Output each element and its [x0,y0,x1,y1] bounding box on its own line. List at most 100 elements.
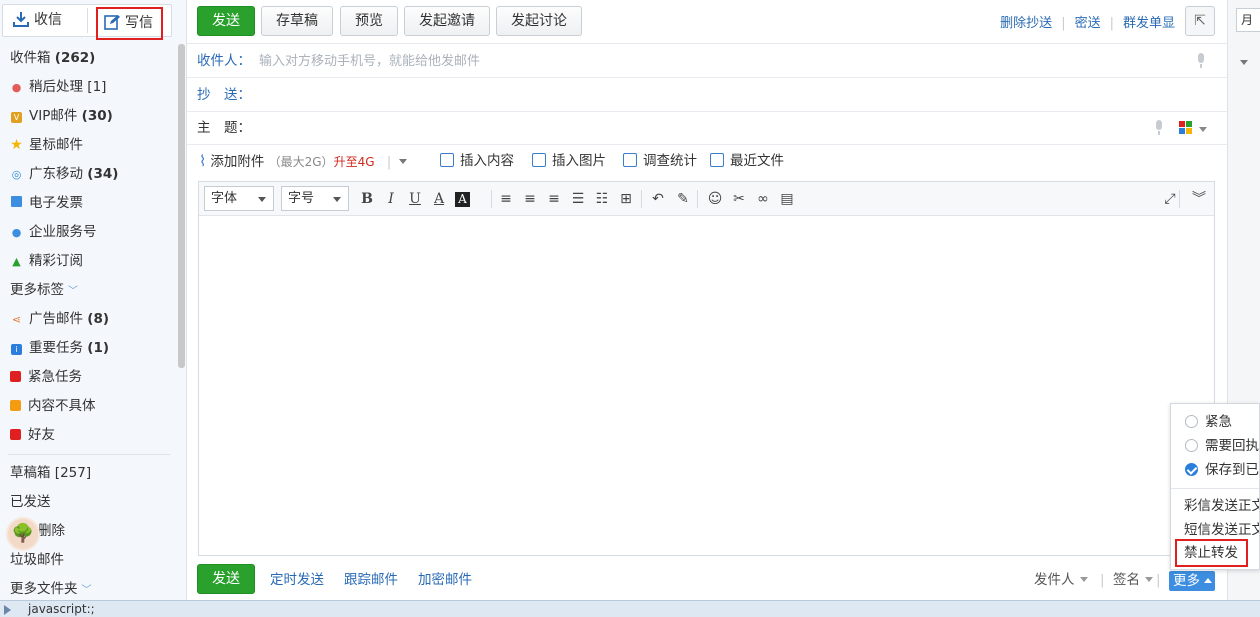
size-select[interactable]: 字号 [281,186,349,211]
tag-item-urgent[interactable]: 紧急任务 [0,363,178,392]
sidebar-item-vip[interactable]: V VIP邮件 (30) [0,102,178,131]
option-urgent[interactable]: 紧急 [1185,410,1232,434]
checkbox-icon [1185,415,1198,428]
sidebar-item-count: [1] [87,79,107,95]
upgrade-link[interactable]: 升至4G [334,155,375,169]
preview-button[interactable]: 预览 [340,6,398,36]
option-forbid-forward[interactable]: 禁止转发 [1175,539,1248,567]
sidebar-item-label: 稍后处理 [29,79,83,95]
tree-avatar-icon[interactable]: 🌳 [6,517,40,551]
chevron-down-icon[interactable] [1199,127,1207,132]
fullscreen-icon[interactable]: ⤢ [1160,189,1180,209]
month-view-select[interactable]: 月 [1236,8,1260,32]
chevron-down-icon[interactable] [1240,60,1248,65]
recipient-field[interactable]: 收件人： 输入对方移动手机号，就能给他发邮件 [187,45,1227,78]
table-icon[interactable]: ⊞ [616,189,636,209]
discuss-button[interactable]: 发起讨论 [496,6,582,36]
cc-field[interactable]: 抄 送： [187,79,1227,112]
bcc-link[interactable]: 密送 [1075,16,1101,31]
highlight-color-icon[interactable]: A [455,192,470,207]
sidebar-item-count: (30) [81,108,113,124]
italic-icon[interactable]: I [381,189,401,209]
tag-item-count: (8) [87,311,110,327]
sidebar-item-sent[interactable]: 已发送 [0,488,178,517]
link-icon[interactable]: ∞ [753,189,773,209]
collapse-toolbar-icon[interactable]: ︾ [1189,189,1209,209]
sidebar-item-later[interactable]: ● 稍后处理 [1] [0,73,178,102]
more-tags-toggle[interactable]: 更多标签 ﹀ [0,276,178,305]
remove-cc-link[interactable]: 删除抄送 [1000,16,1052,31]
microphone-icon[interactable] [1154,120,1164,136]
option-label: 彩信发送正文 [1184,498,1260,514]
option-receipt[interactable]: 需要回执 [1185,434,1259,458]
subscribe-icon: ▲ [12,255,21,268]
chevron-down-icon[interactable] [399,159,408,164]
scissors-icon[interactable]: ✂ [729,189,749,209]
sidebar-top-buttons: 收信 写信 [2,4,172,40]
rich-text-editor[interactable]: 字体 字号 B I U A A ≡ ≡ ≡ ☰ ☷ ⊞ ↶ ✎ ☺ ✂ ∞ ▤ … [198,181,1215,556]
recent-files-button[interactable]: 最近文件 [710,145,784,177]
save-draft-button[interactable]: 存草稿 [261,6,333,36]
sidebar-item-drafts[interactable]: 草稿箱 [257] [0,459,178,488]
color-tag-icon[interactable] [1179,121,1193,135]
align-left-icon[interactable]: ≡ [496,189,516,209]
schedule-send-link[interactable]: 定时发送 [270,561,324,599]
option-label: 紧急 [1205,414,1232,430]
align-center-icon[interactable]: ≡ [520,189,540,209]
emoji-icon[interactable]: ☺ [705,189,725,209]
undo-icon[interactable]: ↶ [648,189,668,209]
survey-icon [623,153,637,167]
add-attachment-button[interactable]: ⌇ 添加附件 （最大2G）升至4G | [199,145,408,178]
numbered-list-icon[interactable]: ☷ [592,189,612,209]
insert-image-button[interactable]: 插入图片 [532,145,606,177]
tag-item-important[interactable]: i 重要任务 (1) [0,334,178,363]
insert-content-button[interactable]: 插入内容 [440,145,514,177]
sidebar-item-guangdong-mobile[interactable]: ◎ 广东移动 (34) [0,160,178,189]
bold-icon[interactable]: B [357,189,377,209]
microphone-icon[interactable] [1196,53,1206,69]
font-select[interactable]: 字体 [204,186,274,211]
encrypt-mail-link[interactable]: 加密邮件 [418,561,472,599]
send-button[interactable]: 发送 [197,6,255,36]
tag-item-friends[interactable]: 好友 [0,421,178,450]
vip-icon: V [10,102,23,131]
sender-select[interactable]: 发件人 [1034,561,1088,599]
compose-button[interactable]: 写信 [96,7,163,40]
bottom-send-button[interactable]: 发送 [197,564,255,594]
tag-item-ads[interactable]: ⋖ 广告邮件 (8) [0,305,178,334]
bullet-list-icon[interactable]: ☰ [568,189,588,209]
more-options-button[interactable]: 更多 [1169,571,1215,591]
option-mms-send[interactable]: 彩信发送正文 [1184,494,1260,518]
editor-toolbar: 字体 字号 B I U A A ≡ ≡ ≡ ☰ ☷ ⊞ ↶ ✎ ☺ ✂ ∞ ▤ … [199,182,1214,216]
clipboard-icon[interactable]: ▤ [777,189,797,209]
underline-icon[interactable]: U [405,189,425,209]
image-icon [532,153,546,167]
recipient-input[interactable]: 输入对方移动手机号，就能给他发邮件 [259,45,480,78]
sidebar-item-inbox[interactable]: 收件箱 (262) [0,44,178,73]
survey-button[interactable]: 调查统计 [623,145,697,177]
invite-button[interactable]: 发起邀请 [404,6,490,36]
popout-window-icon[interactable]: ⇱ [1185,6,1215,36]
sidebar-item-count: (34) [87,166,119,182]
folder-count: [257] [54,465,92,481]
align-right-icon[interactable]: ≡ [544,189,564,209]
inbox-button[interactable]: 收信 [13,5,62,36]
subject-field[interactable]: 主 题： [187,112,1227,145]
tag-item-vague[interactable]: 内容不具体 [0,392,178,421]
signature-select[interactable]: 签名 [1113,561,1153,599]
track-mail-link[interactable]: 跟踪邮件 [344,561,398,599]
top-divider [87,8,88,33]
separator: | [386,154,392,170]
font-color-icon[interactable]: A [429,189,449,209]
sidebar-item-label: 企业服务号 [29,224,97,240]
sidebar-item-invoice[interactable]: 电子发票 [0,189,178,218]
sidebar-scrollbar[interactable] [178,44,185,368]
sidebar-item-starred[interactable]: ★ 星标邮件 [0,131,178,160]
signature-label: 签名 [1113,572,1140,588]
group-single-link[interactable]: 群发单显 [1123,16,1175,31]
option-save-sent[interactable]: 保存到已发送 [1185,458,1259,482]
play-icon [4,605,11,615]
format-brush-icon[interactable]: ✎ [673,189,693,209]
sidebar-item-enterprise[interactable]: ● 企业服务号 [0,218,178,247]
sidebar-item-subscribe[interactable]: ▲ 精彩订阅 [0,247,178,276]
